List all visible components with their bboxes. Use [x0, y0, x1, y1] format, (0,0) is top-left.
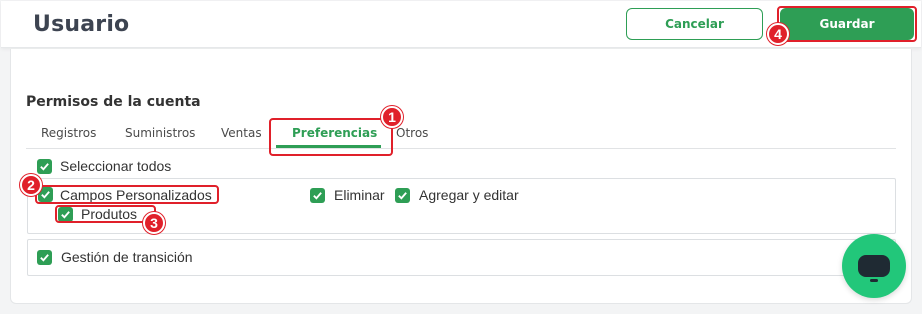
tab-otros[interactable]: Otros — [396, 126, 428, 140]
cancel-button[interactable]: Cancelar — [626, 8, 763, 40]
annotation-badge-4: 4 — [767, 23, 789, 45]
save-button[interactable]: Guardar — [780, 8, 914, 40]
transition-checkbox[interactable] — [37, 250, 52, 265]
check-icon — [61, 211, 70, 219]
annotation-badge-2: 2 — [20, 174, 42, 196]
chat-button[interactable] — [842, 234, 906, 298]
permission-tabs: Registros Suministros Ventas Preferencia… — [26, 126, 896, 149]
tab-registros[interactable]: Registros — [41, 126, 96, 140]
agregar-editar-label: Agregar y editar — [419, 187, 519, 203]
produtos-label: Produtos — [81, 206, 138, 222]
app-frame: Usuario Cancelar Guardar Permisos de la … — [0, 0, 922, 314]
agregar-editar-checkbox[interactable] — [395, 188, 410, 203]
check-icon — [40, 163, 49, 171]
permissions-title: Permisos de la cuenta — [26, 94, 201, 110]
page-title: Usuario — [33, 12, 130, 37]
eliminar-label: Eliminar — [334, 187, 385, 203]
select-all-checkbox[interactable] — [37, 159, 52, 174]
transition-label: Gestión de transición — [61, 249, 193, 265]
annotation-badge-1: 1 — [381, 106, 403, 128]
check-icon — [40, 254, 49, 262]
tab-preferencias[interactable]: Preferencias — [292, 126, 377, 140]
select-all-label: Seleccionar todos — [60, 158, 172, 174]
tab-suministros[interactable]: Suministros — [125, 126, 195, 140]
check-icon — [398, 192, 407, 200]
custom-fields-label: Campos Personalizados — [60, 187, 212, 203]
produtos-checkbox[interactable] — [58, 207, 73, 222]
tab-ventas[interactable]: Ventas — [221, 126, 262, 140]
eliminar-checkbox[interactable] — [310, 188, 325, 203]
annotation-badge-3: 3 — [143, 212, 165, 234]
check-icon — [313, 192, 322, 200]
check-icon — [41, 191, 50, 199]
chat-icon — [858, 255, 890, 282]
active-tab-indicator — [276, 145, 381, 148]
